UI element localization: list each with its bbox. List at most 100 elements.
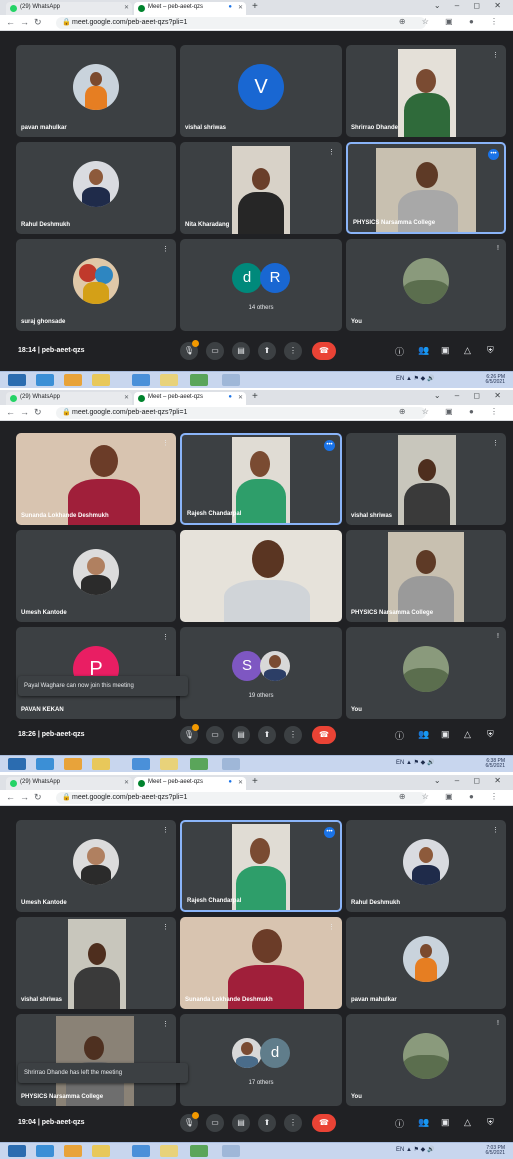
participant-tile[interactable]: ⋮ Nita Kharadang — [180, 142, 342, 234]
mic-icon[interactable]: 🎙 — [180, 724, 199, 744]
ie-icon[interactable] — [36, 758, 54, 770]
forward-icon[interactable]: → — [20, 17, 29, 27]
close-tab-icon[interactable]: ✕ — [124, 4, 129, 11]
participant-tile[interactable]: ⋮ PHYSICS Narsamma College — [16, 1014, 176, 1106]
camera-icon[interactable]: ▭ — [206, 342, 224, 360]
back-icon[interactable]: ← — [6, 792, 15, 802]
pin-icon[interactable]: ⋮ — [492, 439, 499, 447]
new-tab-button[interactable]: + — [252, 391, 258, 402]
tab-whatsapp[interactable]: (29) WhatsApp ✕ — [6, 2, 132, 15]
others-tile[interactable]: d R 14 others — [180, 239, 342, 331]
present-icon[interactable]: ⬆ — [258, 726, 276, 744]
participant-tile[interactable]: ⋮ suraj ghonsade — [16, 239, 176, 331]
mic-icon[interactable]: 🎙 — [180, 1112, 199, 1132]
excel-icon[interactable] — [190, 374, 208, 386]
more-icon[interactable]: ⋮ — [284, 1114, 302, 1132]
more-icon[interactable]: ⋮ — [284, 726, 302, 744]
folder-icon[interactable] — [160, 374, 178, 386]
back-icon[interactable]: ← — [6, 17, 15, 27]
chrome-window-icon[interactable] — [132, 374, 150, 386]
pin-icon[interactable]: ⋮ — [162, 633, 169, 641]
chrome-window-icon[interactable] — [132, 1145, 150, 1157]
toolbar-icons[interactable]: ⊕ ☆ ▣ ● ⋮ — [399, 407, 505, 416]
self-tile[interactable]: ! You — [346, 627, 506, 719]
pin-icon[interactable]: ⋮ — [162, 826, 169, 834]
participant-tile[interactable]: ⋮ Shrirrao Dhande — [346, 45, 506, 137]
pin-icon[interactable]: ⋮ — [492, 51, 499, 59]
pin-icon[interactable]: ⋮ — [162, 923, 169, 931]
close-tab-icon[interactable]: ✕ — [124, 779, 129, 786]
pin-icon[interactable]: ⋮ — [492, 826, 499, 834]
address-bar[interactable]: 🔒 meet.google.com/peb-aeet-qzs?pli=1 — [56, 792, 426, 804]
others-tile[interactable]: S 19 others — [180, 627, 342, 719]
chrome-icon[interactable] — [64, 374, 82, 386]
explorer-icon[interactable] — [92, 1145, 110, 1157]
explorer-icon[interactable] — [92, 374, 110, 386]
pin-icon[interactable]: ⋮ — [162, 1020, 169, 1028]
new-tab-button[interactable]: + — [252, 1, 258, 12]
toolbar-icons[interactable]: ⊕ ☆ ▣ ● ⋮ — [399, 792, 505, 801]
end-call-icon[interactable]: ☎ — [312, 726, 336, 744]
forward-icon[interactable]: → — [20, 792, 29, 802]
tab-meet[interactable]: Meet – peb-aeet-qzs ● ✕ — [134, 392, 246, 405]
window-controls[interactable]: ⌄ – ◻ ✕ — [434, 391, 507, 400]
chat-icon[interactable]: ▣ — [441, 345, 450, 356]
app-icon[interactable] — [222, 758, 240, 770]
participant-tile[interactable]: Rahul Deshmukh — [16, 142, 176, 234]
excel-icon[interactable] — [190, 758, 208, 770]
self-tile[interactable]: ! You — [346, 239, 506, 331]
reload-icon[interactable]: ↻ — [34, 17, 42, 28]
others-tile[interactable]: d 17 others — [180, 1014, 342, 1106]
activities-icon[interactable]: △ — [464, 345, 471, 356]
back-icon[interactable]: ← — [6, 407, 15, 417]
system-tray[interactable]: EN ▲ ⚑ ◆ 🔊 — [396, 1146, 434, 1153]
new-tab-button[interactable]: + — [252, 776, 258, 787]
participant-tile[interactable]: pavan mahulkar — [346, 917, 506, 1009]
pin-icon[interactable]: ⋮ — [328, 148, 335, 156]
captions-icon[interactable]: ▤ — [232, 1114, 250, 1132]
participant-tile[interactable]: ⋮ vishal shriwas — [346, 433, 506, 525]
participant-tile-speaking[interactable]: ••• PHYSICS Narsamma College — [346, 142, 506, 234]
people-icon[interactable]: 👥 — [418, 345, 429, 356]
tab-whatsapp[interactable]: (29) WhatsApp ✕ — [6, 392, 132, 405]
start-button[interactable] — [8, 1145, 26, 1157]
host-controls-icon[interactable]: ⛨ — [487, 345, 494, 356]
chat-icon[interactable]: ▣ — [441, 729, 450, 740]
app-icon[interactable] — [222, 1145, 240, 1157]
participant-tile-speaking[interactable]: ••• Rajesh Chandarpal — [180, 433, 342, 525]
participant-tile[interactable]: Umesh Kantode — [16, 530, 176, 622]
participant-tile[interactable]: V vishal shriwas — [180, 45, 342, 137]
camera-icon[interactable]: ▭ — [206, 1114, 224, 1132]
participant-tile[interactable]: ⋮ Sunanda Lokhande Deshmukh — [16, 433, 176, 525]
info-icon[interactable]: ⓘ — [395, 729, 404, 742]
forward-icon[interactable]: → — [20, 407, 29, 417]
close-tab-icon[interactable]: ✕ — [238, 4, 243, 11]
people-icon[interactable]: 👥 — [418, 729, 429, 740]
tab-whatsapp[interactable]: (29) WhatsApp ✕ — [6, 777, 132, 790]
window-controls[interactable]: ⌄ – ◻ ✕ — [434, 776, 507, 785]
tab-meet[interactable]: Meet – peb-aeet-qzs ● ✕ — [134, 777, 246, 790]
info-icon[interactable]: ⓘ — [395, 345, 404, 358]
participant-tile[interactable]: ⋮ vishal shriwas — [16, 917, 176, 1009]
self-tile[interactable]: ! You — [346, 1014, 506, 1106]
close-tab-icon[interactable]: ✕ — [238, 394, 243, 401]
address-bar[interactable]: 🔒 meet.google.com/peb-aeet-qzs?pli=1 — [56, 407, 426, 419]
participant-tile[interactable]: pavan mahulkar — [16, 45, 176, 137]
folder-icon[interactable] — [160, 1145, 178, 1157]
tab-meet[interactable]: Meet – peb-aeet-qzs ● ✕ — [134, 2, 246, 15]
address-bar[interactable]: 🔒 meet.google.com/peb-aeet-qzs?pli=1 — [56, 17, 426, 29]
captions-icon[interactable]: ▤ — [232, 726, 250, 744]
end-call-icon[interactable]: ☎ — [312, 1114, 336, 1132]
host-controls-icon[interactable]: ⛨ — [487, 729, 494, 740]
more-icon[interactable]: ⋮ — [284, 342, 302, 360]
system-tray[interactable]: EN ▲ ⚑ ◆ 🔊 — [396, 759, 434, 766]
close-tab-icon[interactable]: ✕ — [124, 394, 129, 401]
people-icon[interactable]: 👥 — [418, 1117, 429, 1128]
close-tab-icon[interactable]: ✕ — [238, 779, 243, 786]
chrome-icon[interactable] — [64, 1145, 82, 1157]
toolbar-icons[interactable]: ⊕ ☆ ▣ ● ⋮ — [399, 17, 505, 26]
start-button[interactable] — [8, 374, 26, 386]
ie-icon[interactable] — [36, 374, 54, 386]
pin-icon[interactable]: ⋮ — [328, 923, 335, 931]
app-icon[interactable] — [222, 374, 240, 386]
